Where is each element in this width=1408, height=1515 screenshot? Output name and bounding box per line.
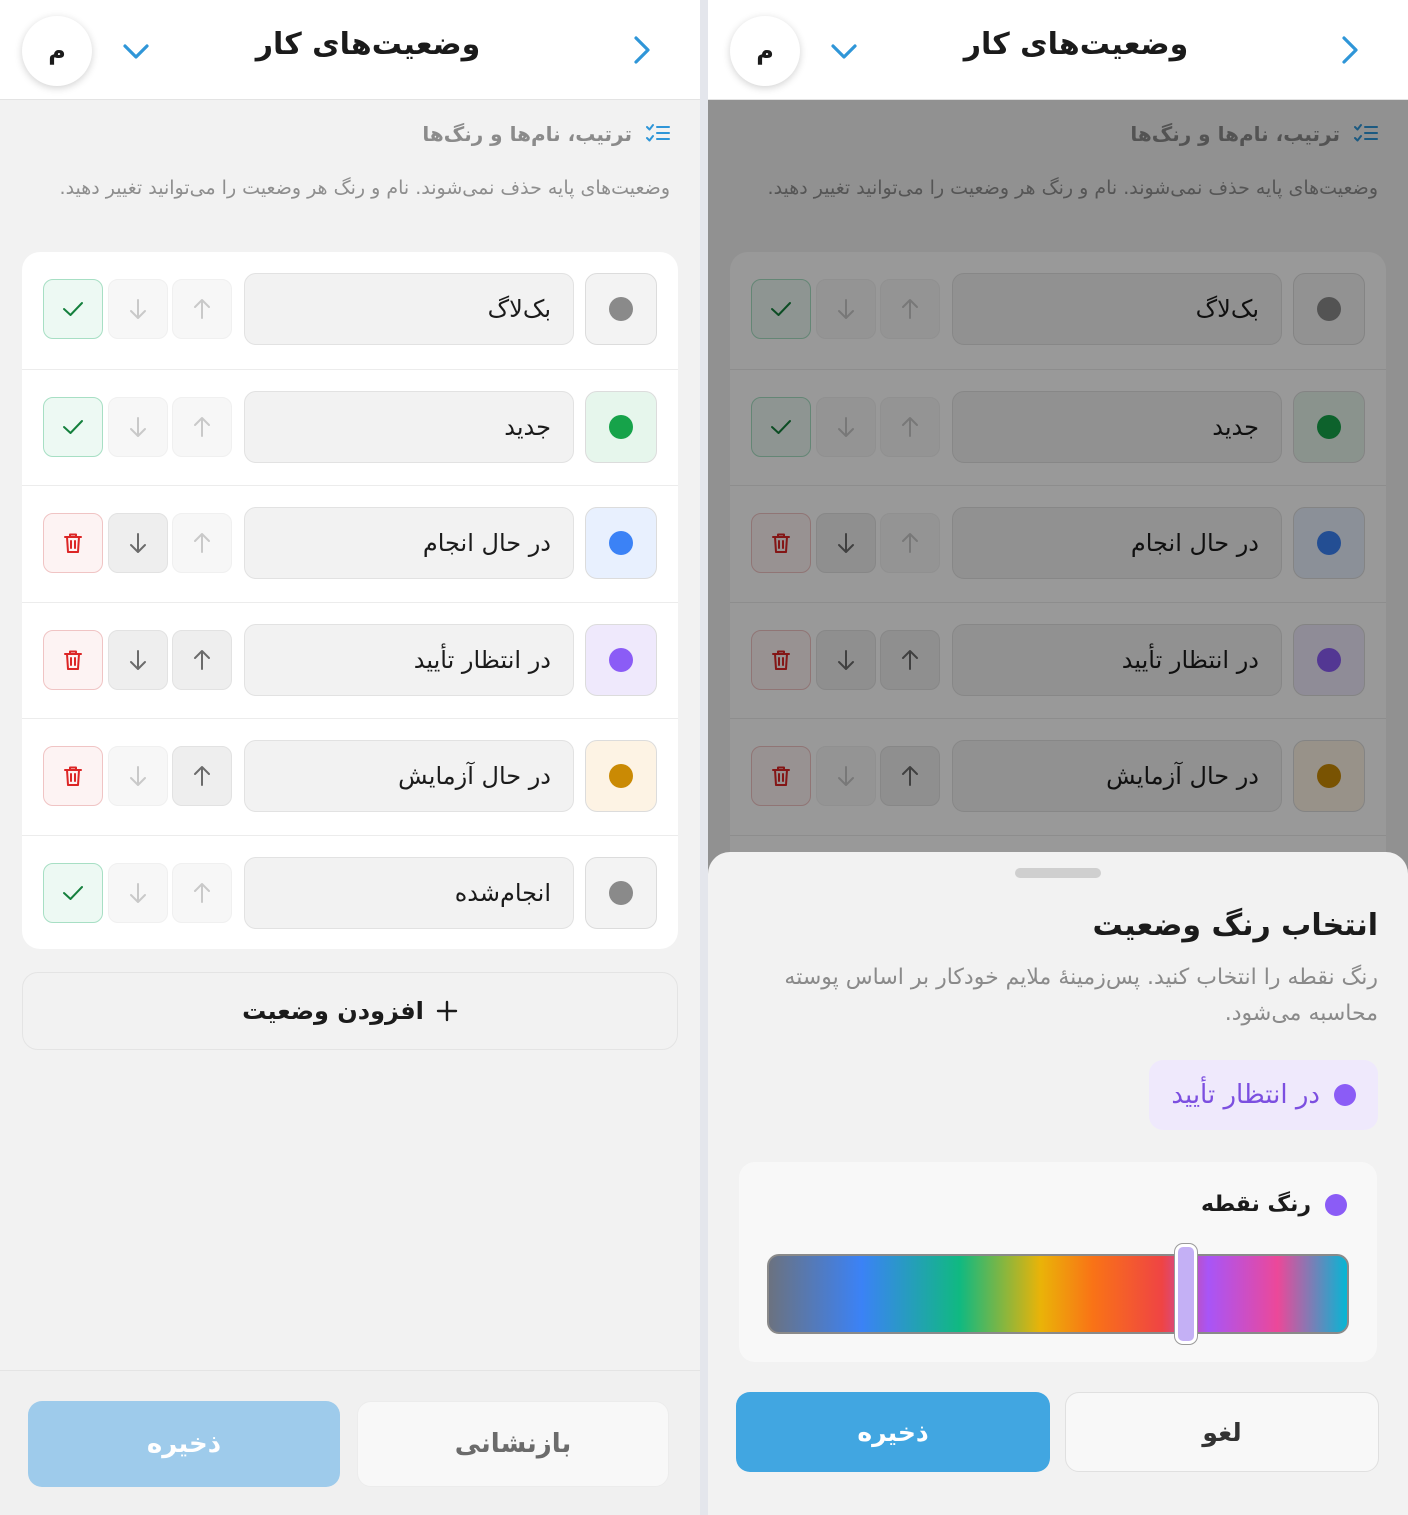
move-down-button[interactable] bbox=[108, 629, 168, 690]
preview-dot bbox=[1334, 1084, 1356, 1106]
status-color-dot bbox=[609, 880, 633, 905]
move-down-button[interactable] bbox=[108, 279, 168, 339]
chevron-down-icon bbox=[123, 44, 149, 59]
status-color-dot bbox=[609, 647, 633, 672]
status-color-dot bbox=[609, 531, 633, 555]
add-status-button[interactable]: افزودن وضعیت bbox=[22, 972, 678, 1050]
color-picker-card: رنگ نقطه bbox=[739, 1162, 1377, 1362]
move-up-button[interactable] bbox=[172, 629, 232, 690]
sheet-drag-handle[interactable] bbox=[1015, 868, 1101, 878]
status-row: در حال آزمایش bbox=[22, 718, 678, 835]
arrow-up-icon bbox=[194, 766, 210, 786]
sheet-title: انتخاب رنگ وضعیت bbox=[1092, 908, 1378, 943]
confirm-button[interactable] bbox=[43, 279, 103, 339]
sheet-description: رنگ نقطه را انتخاب کنید. پس‌زمینهٔ ملایم… bbox=[784, 965, 1378, 1026]
chevron-down-icon bbox=[831, 44, 857, 59]
status-name-input[interactable]: جدید bbox=[244, 390, 574, 463]
cancel-button[interactable]: لغو bbox=[1065, 1392, 1379, 1472]
status-name-input[interactable]: در انتظار تأیید bbox=[244, 623, 574, 696]
color-swatch-button[interactable] bbox=[585, 740, 657, 812]
trash-icon bbox=[64, 766, 82, 786]
hue-slider-thumb[interactable] bbox=[1175, 1244, 1198, 1344]
status-settings-screen: وضعیت‌های کار م ترتیب، نام‌ها و رنگ‌ها و… bbox=[0, 0, 700, 1515]
page-title: وضعیت‌های کار bbox=[255, 27, 481, 62]
top-app-bar: وضعیت‌های کار م bbox=[708, 0, 1408, 100]
status-color-dot bbox=[609, 297, 633, 321]
picker-label: رنگ نقطه bbox=[1201, 1192, 1311, 1217]
top-app-bar: وضعیت‌های کار م bbox=[0, 0, 700, 100]
arrow-down-icon bbox=[130, 766, 146, 786]
color-swatch-button[interactable] bbox=[585, 507, 657, 579]
status-name-input[interactable]: در حال انجام bbox=[244, 507, 574, 579]
status-name-input[interactable]: در حال آزمایش bbox=[244, 740, 574, 812]
check-icon bbox=[63, 885, 83, 900]
page-title: وضعیت‌های کار bbox=[963, 27, 1189, 62]
move-up-button[interactable] bbox=[172, 513, 232, 573]
expand-menu-button[interactable] bbox=[820, 32, 868, 70]
color-swatch-button[interactable] bbox=[585, 623, 657, 696]
arrow-down-icon bbox=[130, 649, 146, 670]
status-color-dot bbox=[609, 414, 633, 439]
bottom-action-bar: بازنشانی ذخیره bbox=[0, 1370, 700, 1515]
status-row: در انتظار تأیید bbox=[22, 601, 678, 719]
move-up-button[interactable] bbox=[172, 862, 232, 923]
delete-button[interactable] bbox=[43, 746, 103, 806]
status-color-dot bbox=[609, 764, 633, 788]
move-up-button[interactable] bbox=[172, 279, 232, 339]
move-up-button[interactable] bbox=[172, 396, 232, 457]
trash-icon bbox=[64, 533, 82, 553]
move-down-button[interactable] bbox=[108, 862, 168, 923]
move-down-button[interactable] bbox=[108, 396, 168, 457]
arrow-up-icon bbox=[194, 882, 210, 903]
expand-menu-button[interactable] bbox=[112, 32, 160, 70]
check-icon bbox=[63, 302, 83, 316]
color-swatch-button[interactable] bbox=[585, 390, 657, 463]
status-name-input[interactable]: انجام‌شده bbox=[244, 856, 574, 929]
reset-button[interactable]: بازنشانی bbox=[357, 1401, 669, 1487]
delete-button[interactable] bbox=[43, 513, 103, 573]
status-row: جدید bbox=[22, 368, 678, 486]
move-down-button[interactable] bbox=[108, 513, 168, 573]
move-down-button[interactable] bbox=[108, 746, 168, 806]
section-title: ترتیب، نام‌ها و رنگ‌ها bbox=[422, 122, 632, 146]
color-swatch-button[interactable] bbox=[585, 273, 657, 345]
delete-button[interactable] bbox=[43, 629, 103, 690]
status-name-input[interactable]: بک‌لاگ bbox=[244, 273, 574, 345]
avatar[interactable]: م bbox=[730, 16, 800, 86]
add-status-label: افزودن وضعیت bbox=[242, 997, 424, 1025]
checklist-icon bbox=[646, 124, 670, 142]
arrow-up-icon bbox=[194, 649, 210, 670]
picker-label-row: رنگ نقطه bbox=[1201, 1192, 1347, 1217]
arrow-down-icon bbox=[130, 533, 146, 553]
arrow-down-icon bbox=[130, 882, 146, 903]
status-settings-screen-with-sheet: وضعیت‌های کار م ترتیب، نام‌ها و رنگ‌ها و… bbox=[708, 0, 1408, 1515]
move-up-button[interactable] bbox=[172, 746, 232, 806]
plus-icon bbox=[436, 1000, 458, 1022]
arrow-up-icon bbox=[194, 533, 210, 553]
status-row: در حال انجام bbox=[22, 485, 678, 602]
section-header: ترتیب، نام‌ها و رنگ‌ها bbox=[422, 122, 670, 146]
color-picker-sheet: انتخاب رنگ وضعیت رنگ نقطه را انتخاب کنید… bbox=[708, 852, 1408, 1515]
save-button-disabled[interactable]: ذخیره bbox=[28, 1401, 340, 1487]
arrow-down-icon bbox=[130, 416, 146, 437]
trash-icon bbox=[64, 650, 82, 670]
selected-color-dot bbox=[1325, 1193, 1347, 1216]
arrow-down-icon bbox=[130, 299, 146, 319]
color-swatch-button[interactable] bbox=[585, 856, 657, 929]
hue-slider-track[interactable] bbox=[767, 1254, 1349, 1334]
check-icon bbox=[63, 419, 83, 434]
arrow-up-icon bbox=[194, 416, 210, 437]
arrow-up-icon bbox=[194, 299, 210, 319]
status-row: انجام‌شده bbox=[22, 834, 678, 952]
status-row: بک‌لاگ bbox=[22, 252, 678, 369]
avatar[interactable]: م bbox=[22, 16, 92, 86]
status-preview-chip: در انتظار تأیید bbox=[1149, 1060, 1378, 1130]
confirm-button[interactable] bbox=[43, 396, 103, 457]
preview-label: در انتظار تأیید bbox=[1171, 1080, 1320, 1110]
confirm-button[interactable] bbox=[43, 862, 103, 923]
section-description: وضعیت‌های پایه حذف نمی‌شوند. نام و رنگ ه… bbox=[59, 177, 670, 199]
status-list: بک‌لاگ جدید در حال انجام در انتظار تأیید در … bbox=[22, 252, 678, 949]
save-button[interactable]: ذخیره bbox=[736, 1392, 1050, 1472]
